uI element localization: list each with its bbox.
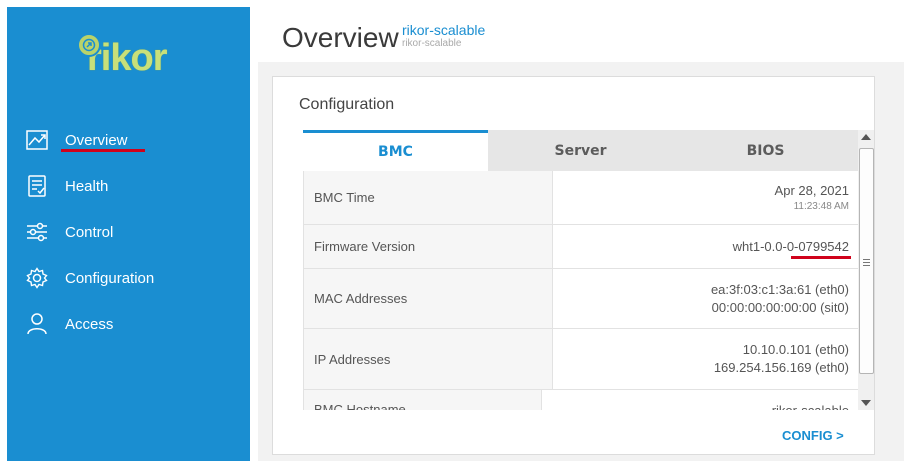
table-row: MAC Addresses ea:3f:03:c1:3a:61 (eth0) 0… (304, 269, 859, 329)
scroll-up-icon[interactable] (861, 134, 871, 140)
gear-icon (25, 266, 49, 290)
sidebar-item-control[interactable]: Control (7, 209, 250, 255)
tab-server[interactable]: Server (488, 130, 673, 171)
sidebar-nav: Overview Health Control Configuration Ac… (7, 117, 250, 347)
sidebar-item-label: Configuration (65, 269, 155, 287)
tab-bar: BMC Server BIOS (303, 130, 858, 171)
row-label: IP Addresses (304, 329, 553, 389)
host-subtitle: rikor-scalable (402, 38, 462, 49)
row-subvalue: 00:00:00:00:00:00 (sit0) (711, 299, 849, 315)
row-value-cell: Apr 28, 2021 11:23:48 AM (553, 171, 859, 224)
clipboard-list-icon (25, 174, 49, 198)
sidebar-item-health[interactable]: Health (7, 163, 250, 209)
row-label: BMC Hostname (304, 390, 542, 410)
sidebar: rikor Overview Health Control Configurat… (7, 7, 250, 461)
sidebar-item-label: Health (65, 177, 109, 195)
user-icon (25, 312, 49, 336)
panel-title: Configuration (299, 96, 395, 113)
config-link[interactable]: CONFIG > (782, 428, 844, 443)
row-subvalue: 169.254.156.169 (eth0) (713, 360, 849, 375)
scroll-down-icon[interactable] (861, 400, 871, 406)
table-row: IP Addresses 10.10.0.101 (eth0) 169.254.… (304, 329, 859, 390)
table-scrollbar[interactable] (858, 130, 874, 410)
row-subvalue: 11:23:48 AM (793, 200, 849, 212)
tab-bmc[interactable]: BMC (303, 130, 488, 171)
sliders-icon (25, 220, 49, 244)
sidebar-item-label: Overview (65, 131, 128, 149)
row-label: Firmware Version (304, 225, 553, 268)
table-row: Firmware Version wht1-0.0-0-0799542 (304, 225, 859, 269)
table-row: BMC Time Apr 28, 2021 11:23:48 AM (304, 171, 859, 225)
row-value: 10.10.0.101 (eth0) (742, 342, 849, 357)
row-value: rikor-scalable (772, 402, 849, 410)
row-value-cell: 10.10.0.101 (eth0) 169.254.156.169 (eth0… (553, 329, 859, 389)
row-value: Apr 28, 2021 (774, 182, 849, 198)
info-table: BMC Time Apr 28, 2021 11:23:48 AM Firmwa… (303, 171, 859, 410)
tab-bios[interactable]: BIOS (673, 130, 858, 171)
grip-icon (863, 259, 870, 260)
highlight-underline (61, 149, 145, 152)
table-row: BMC Hostname rikor-scalable (304, 390, 859, 410)
sidebar-item-label: Control (65, 223, 114, 241)
scroll-thumb[interactable] (859, 148, 874, 374)
row-value-cell: wht1-0.0-0-0799542 (553, 225, 859, 268)
sidebar-item-configuration[interactable]: Configuration (7, 255, 250, 301)
highlight-underline (791, 256, 851, 259)
row-value: ea:3f:03:c1:3a:61 (eth0) (710, 281, 849, 297)
logo-mark-icon (77, 33, 101, 57)
sidebar-item-overview[interactable]: Overview (7, 117, 250, 163)
chart-line-icon (25, 128, 49, 152)
rikor-logo[interactable]: rikor (77, 33, 167, 77)
sidebar-item-access[interactable]: Access (7, 301, 250, 347)
row-label: MAC Addresses (304, 269, 553, 328)
row-label: BMC Time (304, 171, 553, 224)
row-value: wht1-0.0-0-0799542 (732, 238, 849, 254)
page-title: Overview (282, 22, 399, 53)
row-value-cell: ea:3f:03:c1:3a:61 (eth0) 00:00:00:00:00:… (553, 269, 859, 328)
row-value-cell: rikor-scalable (542, 390, 859, 410)
sidebar-item-label: Access (65, 315, 114, 333)
host-name: rikor-scalable (402, 22, 486, 38)
